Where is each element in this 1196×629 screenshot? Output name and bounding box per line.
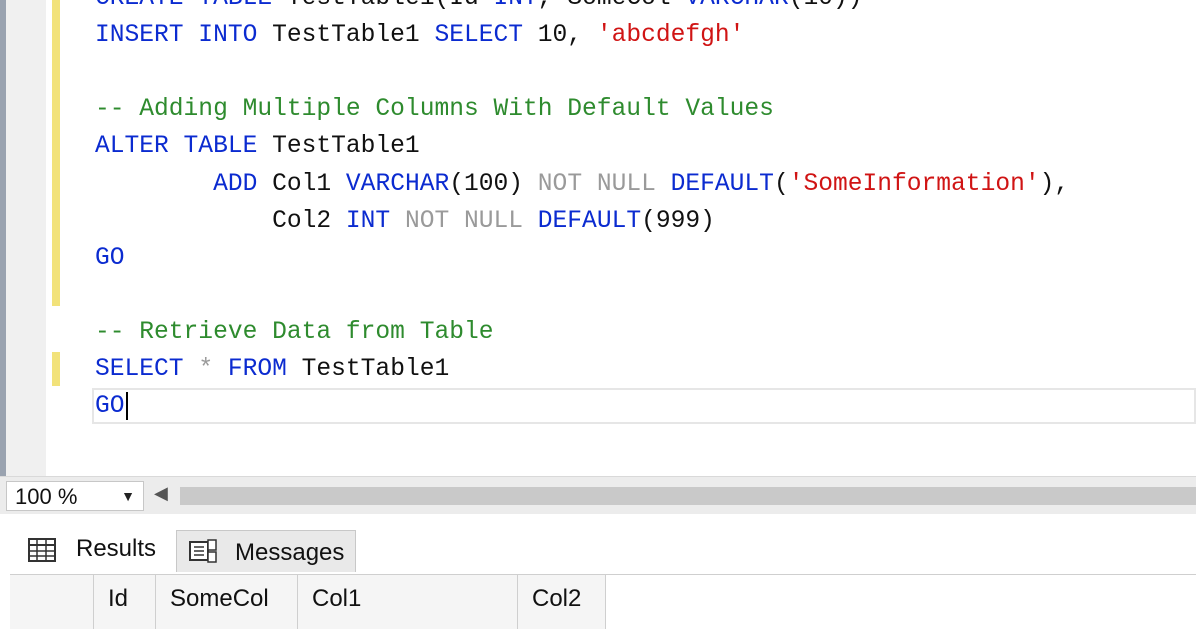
column-header-somecol[interactable]: SomeCol [156,575,298,629]
chevron-down-icon: ▼ [121,488,135,504]
code-token: TestTable1 [272,133,420,161]
zoom-dropdown[interactable]: 100 % ▼ [6,481,144,511]
code-token: INT [494,0,538,12]
code-token: ALTER TABLE [95,133,273,161]
tab-results-label: Results [76,535,157,562]
code-token: ), [1039,170,1070,198]
code-token: 'SomeInformation' [788,170,1040,198]
zoom-value: 100 % [15,484,78,509]
change-marker [52,0,60,306]
code-token: (999) [641,207,715,235]
code-token: Id [449,0,493,12]
code-token: (10)) [789,0,863,12]
results-grid[interactable]: Id SomeCol Col1 Col2 [10,574,1196,629]
change-marker [52,352,60,386]
column-header-id[interactable]: Id [94,575,156,629]
code-token: INSERT INTO [95,22,273,50]
code-token: GO [95,393,125,421]
code-line[interactable]: ALTER TABLE TestTable1 [95,129,420,165]
code-token: (100) [449,170,538,198]
code-token: NOT NULL [537,170,671,198]
current-line-highlight [92,388,1196,424]
code-token: SELECT [95,356,199,383]
code-line[interactable]: SELECT * FROM TestTable1 [95,352,449,388]
code-token: INT [345,207,405,235]
text-caret [125,391,128,420]
code-token: VARCHAR [685,0,788,12]
code-token: SELECT [434,22,538,50]
code-line[interactable]: Col2 INT NOT NULL DEFAULT(999) [95,204,715,240]
code-token: , SomeCol [538,0,686,12]
code-token: TestTable1 [301,356,450,383]
code-line[interactable]: GO [95,241,125,277]
code-token: 'abcdefgh' [596,22,745,50]
tab-messages[interactable]: Messages [176,530,356,572]
code-token: CREATE TABLE [95,0,287,12]
code-line[interactable]: CREATE TABLE TestTable1(Id INT, SomeCol … [95,0,863,17]
tab-results[interactable]: Results [16,530,170,572]
code-line[interactable]: INSERT INTO TestTable1 SELECT 10, 'abcde… [95,18,744,54]
code-token: Col2 [272,207,346,235]
code-token: VARCHAR [345,170,450,198]
code-token: DEFAULT [670,170,774,198]
code-line[interactable]: -- Retrieve Data from Table [95,315,493,351]
code-token: * [198,356,228,383]
code-token: GO [95,244,125,272]
code-token: ADD [213,170,273,198]
grid-icon [28,538,56,562]
tab-messages-label: Messages [235,539,345,566]
code-token: TestTable1 [272,22,435,50]
code-token: NOT NULL [404,207,538,235]
scroll-left-icon[interactable]: ◀ [154,483,168,504]
code-token: FROM [227,356,302,383]
column-header-col1[interactable]: Col1 [298,575,518,629]
code-token: DEFAULT [537,207,642,235]
code-token: ( [773,170,789,198]
query-editor[interactable]: CREATE TABLE TestTable1(Id INT, SomeCol … [0,0,1196,476]
row-number-header [10,575,94,629]
messages-icon [189,539,217,563]
column-header-col2[interactable]: Col2 [518,575,606,629]
results-pane: Results Messages Id SomeCol Col1 Col2 [0,514,1196,629]
grid-empty-area [606,575,1196,629]
code-token: -- Adding Multiple Columns With Default … [95,96,774,124]
code-line[interactable]: GO [95,389,128,425]
code-line[interactable]: ADD Col1 VARCHAR(100) NOT NULL DEFAULT('… [95,167,1069,203]
code-line[interactable]: -- Adding Multiple Columns With Default … [95,92,774,128]
code-token: TestTable1( [287,0,449,12]
editor-status-bar: 100 % ▼ ◀ [0,476,1196,515]
horizontal-scrollbar[interactable] [180,487,1196,505]
code-token: 10, [537,22,597,50]
code-token: Col1 [272,170,346,198]
results-tab-strip: Results Messages [0,514,1196,572]
code-token: -- Retrieve Data from Table [95,318,494,346]
editor-gutter [6,0,46,476]
